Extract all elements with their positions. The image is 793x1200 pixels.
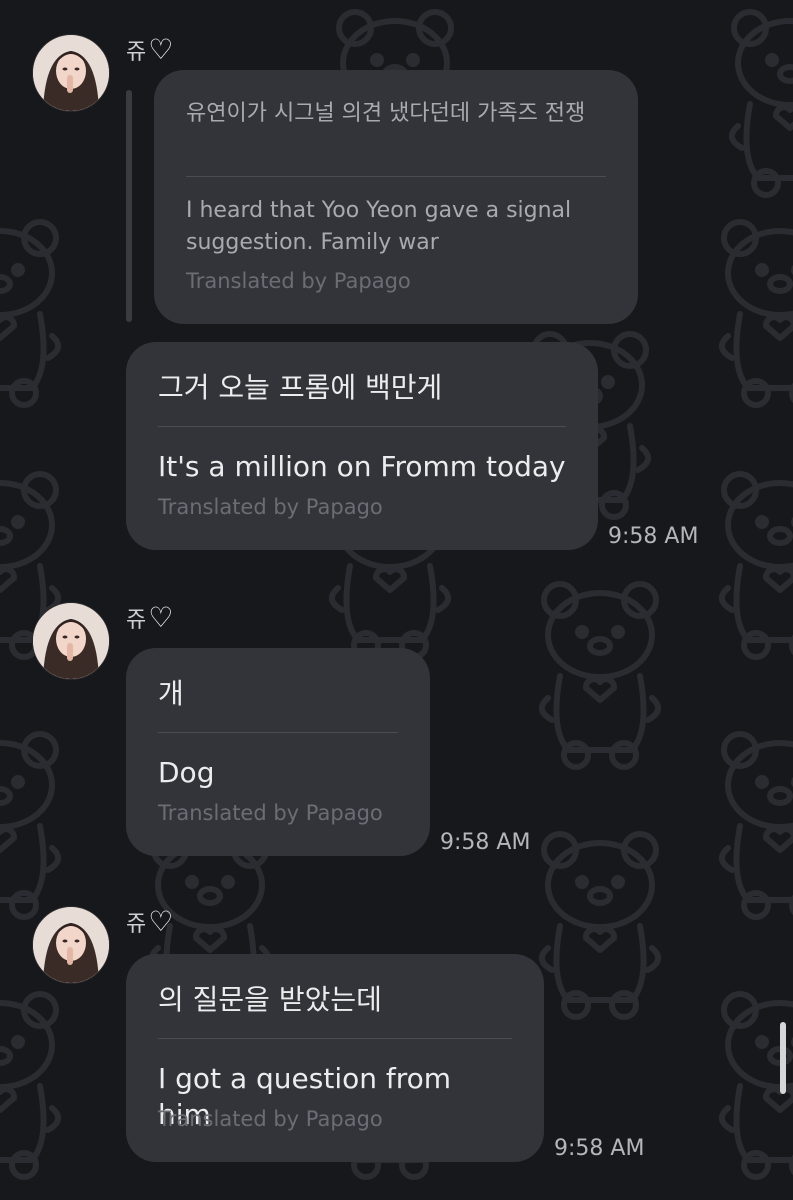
sender-avatar[interactable] — [32, 602, 110, 680]
divider — [158, 426, 566, 427]
scrollbar-thumb[interactable] — [780, 1022, 786, 1094]
sender-avatar[interactable] — [32, 34, 110, 112]
quoted-reply-bubble[interactable]: 유연이가 시그널 의견 냈다던데 가족즈 전쟁 I heard that Yoo… — [154, 70, 638, 324]
avatar-photo — [33, 907, 109, 983]
message-translation-text: I got a question from him — [158, 1062, 452, 1131]
reply-indicator-line — [126, 90, 132, 322]
message-original-text: 의 질문을 받았는데 — [158, 983, 382, 1016]
avatar-photo — [33, 603, 109, 679]
white-heart-icon: ♡ — [148, 905, 174, 938]
quoted-original-text: 유연이가 시그널 의견 냈다던데 가족즈 전쟁 — [186, 101, 586, 126]
message-bubble[interactable]: 의 질문을 받았는데 I got a question from him Tra… — [126, 954, 544, 1162]
message-original-text: 그거 오늘 프롬에 백만게 — [158, 371, 443, 404]
divider — [186, 176, 606, 177]
sender-name: 쥬 ♡ — [126, 602, 173, 634]
white-heart-icon: ♡ — [148, 33, 174, 66]
translation-credit: Translated by Papago — [158, 801, 383, 825]
quoted-translation-credit: Translated by Papago — [186, 269, 411, 293]
divider — [158, 1038, 512, 1039]
avatar-photo — [33, 35, 109, 111]
translation-credit: Translated by Papago — [158, 1107, 383, 1131]
message-original-text: 개 — [158, 677, 184, 710]
sender-name: 쥬 ♡ — [126, 34, 173, 66]
divider — [158, 732, 398, 733]
message-translation-text: Dog — [158, 756, 215, 789]
message-bubble[interactable]: 개 Dog Translated by Papago — [126, 648, 430, 856]
sender-name-text: 쥬 — [126, 40, 147, 65]
white-heart-icon: ♡ — [148, 601, 174, 634]
sender-avatar[interactable] — [32, 906, 110, 984]
message-timestamp: 9:58 AM — [554, 1136, 645, 1161]
quoted-translation-text: I heard that Yoo Yeon gave a signal sugg… — [186, 198, 572, 255]
sender-name-text: 쥬 — [126, 912, 147, 937]
message-translation-text: It's a million on Fromm today — [158, 450, 566, 483]
sender-name-text: 쥬 — [126, 608, 147, 633]
translation-credit: Translated by Papago — [158, 495, 383, 519]
message-timestamp: 9:58 AM — [440, 830, 531, 855]
message-timestamp: 9:58 AM — [608, 524, 699, 549]
message-bubble[interactable]: 그거 오늘 프롬에 백만게 It's a million on Fromm to… — [126, 342, 598, 550]
sender-name: 쥬 ♡ — [126, 906, 173, 938]
